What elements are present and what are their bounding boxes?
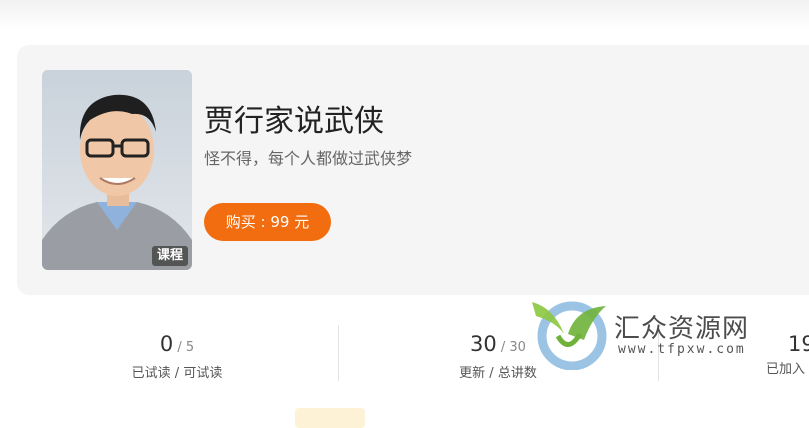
portrait-illustration xyxy=(42,70,192,270)
buy-button[interactable]: 购买 : 99 元 xyxy=(204,203,331,241)
stat-divider xyxy=(338,325,339,381)
stat-number: 0 xyxy=(159,332,174,356)
watermark-url: www.tfpxw.com xyxy=(618,342,746,357)
stat-number: 30 xyxy=(470,332,497,356)
stat-number: 19 xyxy=(788,332,809,356)
course-subtitle: 怪不得，每个人都做过武侠梦 xyxy=(204,149,413,168)
watermark-logo-icon xyxy=(532,301,607,370)
stat-label: 已试读 / 可试读 xyxy=(131,366,223,381)
course-title: 贾行家说武侠 xyxy=(204,104,384,139)
course-cover-image[interactable]: 课程 xyxy=(42,70,192,270)
watermark: 汇众资源网 www.tfpxw.com xyxy=(528,298,778,370)
course-type-badge: 课程 xyxy=(151,246,188,266)
stat-trial-read: 0 / 5 已试读 / 可试读 xyxy=(62,330,292,384)
watermark-title: 汇众资源网 xyxy=(614,314,750,344)
top-band xyxy=(0,0,809,30)
stat-total: / 5 xyxy=(173,340,195,355)
section-tag xyxy=(295,408,365,428)
stat-total: / 30 xyxy=(496,340,526,355)
stat-value: 0 / 5 xyxy=(62,330,292,362)
